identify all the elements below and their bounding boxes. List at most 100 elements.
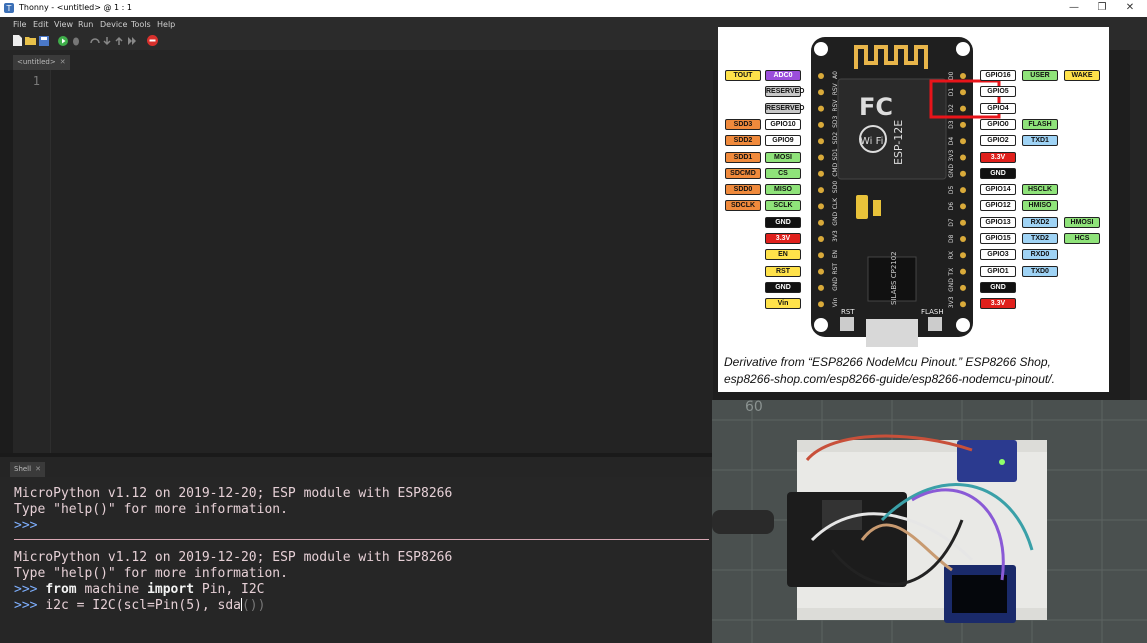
maximize-button[interactable]: ❐ [1092,1,1112,15]
close-tab-icon[interactable]: ✕ [60,58,66,66]
close-tab-icon[interactable]: ✕ [35,465,41,473]
pin-label-left-0-0: TOUT [725,70,761,81]
pin-hole [818,236,824,242]
tab-label: Shell [14,465,32,473]
pin-hole [818,154,824,161]
pin-label-left-6-1: CS [765,167,801,179]
pin-hole [818,301,824,308]
board-pin-name: GND [948,164,955,178]
step-out-icon[interactable] [113,35,124,46]
keyword-import: import [147,582,195,597]
pin-label-right-7-0: GPIO14 [980,184,1016,196]
code-editor[interactable]: 1 [13,70,713,453]
close-window-button[interactable]: ✕ [1120,1,1140,15]
pin-label-left-7-0: SDD0 [725,184,761,196]
board-pin-name: GND [832,277,839,291]
board-pin-name: SD2 [832,132,839,144]
keyword-from: from [45,582,77,597]
pin-hole [818,170,824,177]
board-pin-name: D4 [948,137,955,146]
tab-shell[interactable]: Shell ✕ [10,462,45,477]
pin-label-left-8-1: SCLK [765,200,801,212]
pin-label-right-0-2: WAKE [1064,70,1100,81]
stop-icon[interactable] [147,35,158,46]
pin-label-right-10-0: GPIO15 [980,233,1016,244]
board-chip-text: SILABS CP2102 [890,251,898,305]
menu-run[interactable]: Run [78,17,93,32]
pin-hole [818,284,824,291]
board-pin-name: GND [832,212,839,226]
board-pin-name: D7 [948,218,955,227]
pin-hole [818,268,824,275]
line-number-gutter: 1 [13,70,51,453]
pin-label-right-13-0: GND [980,281,1016,293]
board-pin-name: D1 [948,88,955,97]
step-over-icon[interactable] [89,35,100,46]
pin-hole [960,105,966,112]
board-pin-name: 3V3 [948,296,955,308]
open-file-icon[interactable] [25,35,36,46]
board-pin-name: CMD [832,162,839,176]
menu-file[interactable]: File [13,17,26,32]
tab-untitled[interactable]: <untitled> ✕ [13,55,70,70]
ruler-mark: 60 [745,400,763,415]
pin-label-right-0-0: GPIO16 [980,70,1016,81]
pin-label-right-8-1: HMISO [1022,200,1058,212]
pin-hole [960,187,966,194]
shell-tab-strip: Shell ✕ [0,457,713,477]
pin-label-right-9-1: RXD2 [1022,216,1058,228]
step-into-icon[interactable] [101,35,112,46]
pin-label-left-1-0: RESERVED [765,86,805,98]
board-wifi-text: Wi Fi [860,136,883,147]
menu-edit[interactable]: Edit [33,17,49,32]
pin-hole [960,284,966,291]
pin-label-left-11-0: EN [765,249,801,261]
debug-icon[interactable] [70,35,81,46]
shell-console[interactable]: MicroPython v1.12 on 2019-12-20; ESP mod… [0,477,713,643]
pin-label-right-5-0: 3.3V [980,151,1016,163]
board-pin-name: SD3 [832,115,839,127]
board-pin-name: D0 [948,71,955,80]
board-flash-label: FLASH [921,308,944,316]
svg-text:T: T [6,4,12,13]
pin-hole [818,73,824,79]
new-file-icon[interactable] [12,35,23,46]
pin-label-right-10-1: TXD2 [1022,233,1058,244]
import-names: Pin, I2C [194,582,265,597]
menu-help[interactable]: Help [157,17,175,32]
pin-hole [960,219,966,226]
pin-label-left-4-0: SDD2 [725,135,761,147]
pin-hole [960,154,966,161]
pin-label-right-4-1: TXD1 [1022,135,1058,147]
pin-label-left-3-1: GPIO10 [765,118,801,130]
esp8266-pinout-diagram: FC ESP-12E Wi Fi SILABS CP2102 RST FLASH… [718,27,1109,392]
board-pin-name: D2 [948,104,955,113]
menu-view[interactable]: View [54,17,73,32]
pin-label-left-14-0: Vin [765,298,801,310]
minimize-button[interactable]: — [1064,1,1084,15]
save-icon[interactable] [38,35,49,46]
pin-label-right-2-0: GPIO4 [980,102,1016,114]
pin-label-left-12-0: RST [765,265,801,277]
pin-hole [818,121,824,128]
pin-label-left-3-0: SDD3 [725,118,761,130]
pin-hole [960,236,966,242]
pin-label-left-5-0: SDD1 [725,151,761,163]
pin-label-right-12-0: GPIO1 [980,265,1016,277]
shell-restart-divider [14,539,709,540]
pin-label-right-4-0: GPIO2 [980,135,1016,147]
diagram-caption: Derivative from “ESP8266 NodeMcu Pinout.… [724,355,1055,386]
pin-hole [960,89,966,96]
board-pin-name: CLK [832,197,839,210]
resume-icon[interactable] [126,35,137,46]
pin-label-right-3-1: FLASH [1022,118,1058,130]
board-pin-name: D3 [948,120,955,129]
pin-label-right-11-0: GPIO3 [980,249,1016,261]
menu-device[interactable]: Device [100,17,127,32]
board-pin-name: Vin [832,298,839,308]
shell-banner: MicroPython v1.12 on 2019-12-20; ESP mod… [14,550,453,565]
run-icon[interactable] [57,35,68,46]
shell-input-line[interactable]: >>> i2c = I2C(scl=Pin(5), sda()) [14,598,265,614]
pin-label-right-8-0: GPIO12 [980,200,1016,212]
menu-tools[interactable]: Tools [131,17,151,32]
